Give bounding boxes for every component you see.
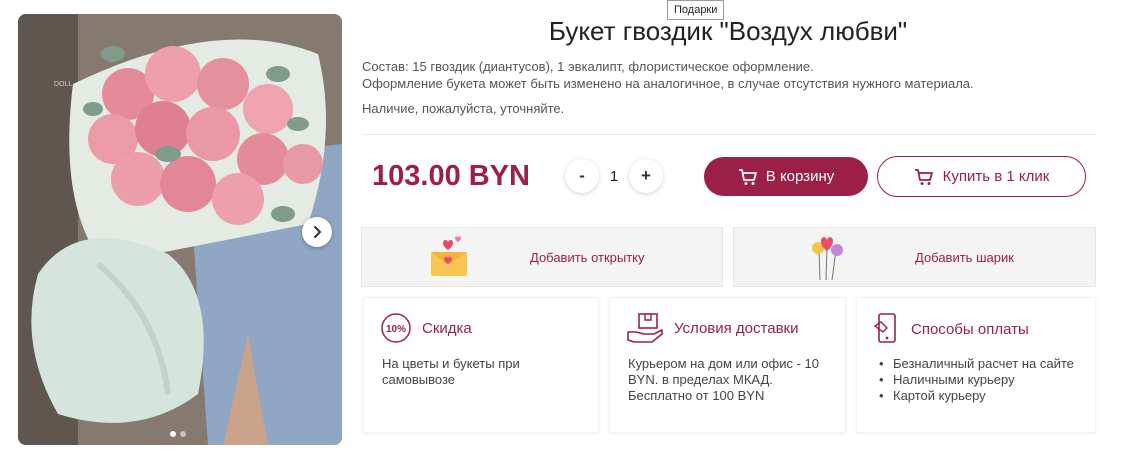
discount-card: 10% Скидка На цветы и букеты при самовыв…: [363, 297, 599, 433]
payment-item: Безналичный расчет на сайте: [877, 356, 1077, 372]
availability-note: Наличие, пожалуйста, уточняйте.: [362, 101, 565, 116]
chevron-right-icon: [314, 226, 322, 238]
gallery-dots: [170, 431, 186, 437]
add-card-label: Добавить открытку: [530, 250, 645, 265]
gallery-dot[interactable]: [170, 431, 176, 437]
gallery-dot[interactable]: [180, 431, 186, 437]
payment-item: Картой курьеру: [877, 388, 1077, 404]
composition-text: Состав: 15 гвоздик (диантусов), 1 эвкали…: [362, 59, 814, 74]
shopping-cart-icon: [914, 168, 933, 185]
delivery-header: Условия доставки: [626, 312, 798, 344]
delivery-card: Условия доставки Курьером на дом или офи…: [609, 297, 846, 433]
discount-badge-text: 10%: [386, 324, 406, 335]
discount-text: На цветы и букеты при самовывозе: [382, 356, 520, 387]
discount-header: 10% Скидка: [380, 312, 472, 344]
quantity-stepper: - 1 +: [565, 159, 663, 193]
product-price: 103.00 BYN: [372, 160, 530, 192]
payment-list: Безналичный расчет на сайте Наличными ку…: [877, 356, 1077, 404]
divider: [362, 134, 1096, 135]
shopping-cart-icon: [738, 168, 757, 185]
image-watermark: DOLL: [54, 81, 72, 88]
quantity-increase-button[interactable]: +: [629, 159, 663, 193]
phone-payment-icon: [873, 313, 896, 343]
delivery-text: Курьером на дом или офис - 10 BYN. в пре…: [628, 356, 819, 403]
payment-header: Способы оплаты: [873, 312, 1029, 346]
product-image[interactable]: DOLL: [18, 14, 342, 445]
discount-title: Скидка: [422, 319, 472, 337]
add-to-cart-label: В корзину: [765, 168, 835, 185]
product-description: Состав: 15 гвоздик (диантусов), 1 эвкали…: [362, 58, 1092, 117]
product-title: Букет гвоздик "Воздух любви": [548, 16, 908, 46]
quantity-value[interactable]: 1: [599, 168, 629, 185]
buy-one-click-label: Купить в 1 клик: [942, 168, 1050, 185]
percent-badge-icon: 10%: [381, 313, 411, 343]
gallery-next-button[interactable]: [302, 217, 332, 247]
love-letter-icon: [431, 236, 467, 276]
material-note: Оформление букета может быть изменено на…: [362, 76, 974, 91]
delivery-hand-icon: [627, 313, 663, 343]
quantity-decrease-button[interactable]: -: [565, 159, 599, 193]
add-card-button[interactable]: Добавить открытку: [361, 227, 723, 287]
add-to-cart-button[interactable]: В корзину: [704, 157, 868, 196]
bouquet-illustration: DOLL: [18, 14, 342, 445]
buy-one-click-button[interactable]: Купить в 1 клик: [877, 156, 1086, 197]
delivery-title: Условия доставки: [674, 319, 799, 337]
payment-card: Способы оплаты Безналичный расчет на сай…: [856, 297, 1096, 433]
add-balloon-button[interactable]: Добавить шарик: [733, 227, 1096, 287]
add-balloon-label: Добавить шарик: [915, 250, 1014, 265]
payment-item: Наличными курьеру: [877, 372, 1077, 388]
balloons-icon: [812, 237, 843, 280]
payment-title: Способы оплаты: [911, 320, 1029, 338]
